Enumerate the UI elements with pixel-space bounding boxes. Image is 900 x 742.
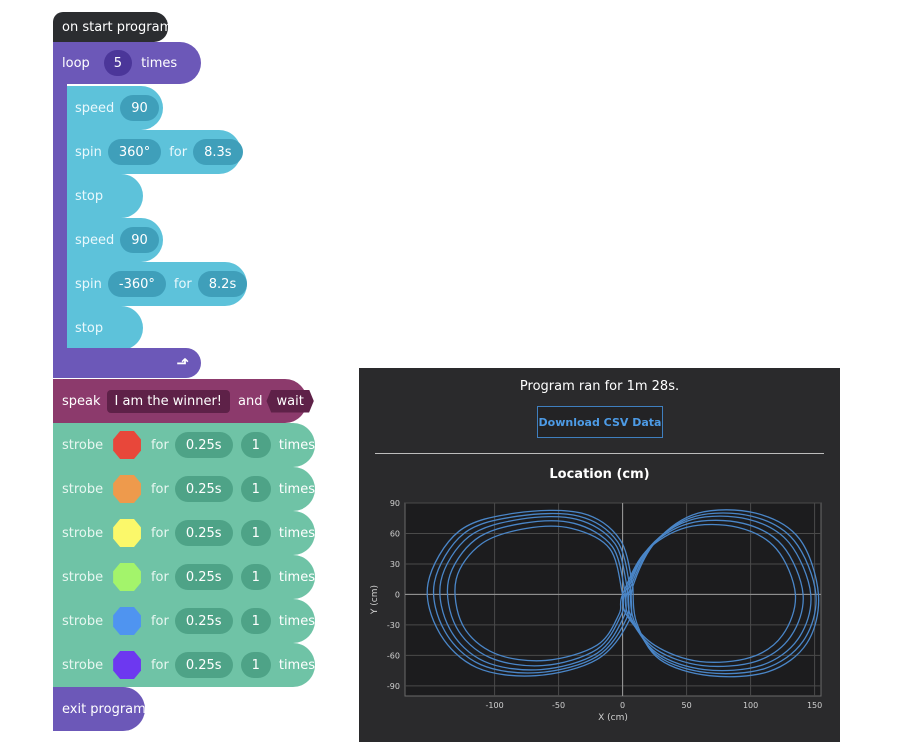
loop-label: loop — [62, 55, 90, 71]
spin-label: spin — [75, 276, 102, 292]
strobe-count-input[interactable]: 1 — [240, 608, 271, 634]
strobe-times-label: times — [278, 437, 315, 453]
strobe-label: strobe — [62, 437, 104, 453]
strobe-for-label: for — [150, 613, 169, 629]
strobe-block[interactable]: strobe for 0.25s 1 times — [53, 555, 315, 599]
y-tick-label: 30 — [390, 560, 400, 569]
strobe-duration-input[interactable]: 0.25s — [174, 608, 233, 634]
strobe-count-input[interactable]: 1 — [240, 476, 271, 502]
strobe-for-label: for — [150, 569, 169, 585]
strobe-for-label: for — [150, 437, 169, 453]
strobe-color-swatch[interactable] — [113, 431, 141, 459]
x-tick-label: 0 — [620, 701, 625, 710]
strobe-color-swatch[interactable] — [113, 519, 141, 547]
loop-count-input[interactable]: 5 — [103, 50, 133, 76]
spin-block[interactable]: spin 360° for 8.3s — [67, 130, 243, 174]
speed-label: speed — [75, 232, 115, 248]
speak-text-input[interactable]: I am the winner! — [106, 389, 231, 413]
loop-arm — [53, 84, 67, 350]
wait-option[interactable]: wait — [266, 389, 314, 413]
strobe-label: strobe — [62, 525, 104, 541]
loop-times-label: times — [141, 55, 178, 71]
loop-end: ⬏ — [53, 348, 201, 378]
speak-label: speak — [62, 393, 101, 409]
speed-value-input[interactable]: 90 — [120, 227, 159, 253]
strobe-count-input[interactable]: 1 — [240, 432, 271, 458]
x-tick-label: -100 — [486, 701, 504, 710]
exit-label: exit program — [62, 701, 146, 717]
strobe-color-swatch[interactable] — [113, 607, 141, 635]
strobe-color-swatch[interactable] — [113, 475, 141, 503]
x-tick-label: 150 — [807, 701, 822, 710]
spin-for-label: for — [173, 276, 192, 292]
start-label: on start program — [62, 19, 173, 35]
speak-block[interactable]: speak I am the winner! and wait — [53, 379, 314, 423]
spin-angle-input[interactable]: 360° — [107, 139, 162, 165]
strobe-times-label: times — [278, 657, 315, 673]
spin-for-label: for — [169, 144, 188, 160]
spin-block[interactable]: spin -360° for 8.2s — [67, 262, 248, 306]
speed-block[interactable]: speed 90 — [67, 86, 163, 130]
x-axis-label: X (cm) — [598, 713, 628, 723]
y-tick-label: 90 — [390, 499, 400, 508]
strobe-block[interactable]: strobe for 0.25s 1 times — [53, 511, 315, 555]
strobe-duration-input[interactable]: 0.25s — [174, 564, 233, 590]
strobe-times-label: times — [278, 525, 315, 541]
location-chart: -100 -50 0 50 100 150 90 60 30 0 -30 -60 -90 X (cm) Y … — [370, 499, 822, 723]
strobe-count-input[interactable]: 1 — [240, 520, 271, 546]
y-tick-label: -90 — [387, 682, 400, 691]
strobe-for-label: for — [150, 525, 169, 541]
strobe-times-label: times — [278, 569, 315, 585]
strobe-times-label: times — [278, 613, 315, 629]
strobe-times-label: times — [278, 481, 315, 497]
strobe-label: strobe — [62, 613, 104, 629]
on-start-program-block[interactable]: on start program — [53, 12, 172, 42]
strobe-count-input[interactable]: 1 — [240, 652, 271, 678]
x-tick-label: 100 — [743, 701, 758, 710]
stop-label: stop — [75, 320, 104, 336]
stop-block[interactable]: stop — [67, 306, 143, 350]
strobe-block[interactable]: strobe for 0.25s 1 times — [53, 423, 315, 467]
strobe-color-swatch[interactable] — [113, 563, 141, 591]
stop-block[interactable]: stop — [67, 174, 143, 218]
y-axis-label: Y (cm) — [370, 585, 380, 615]
y-tick-label: -30 — [387, 621, 400, 630]
strobe-block[interactable]: strobe for 0.25s 1 times — [53, 643, 315, 687]
speed-block[interactable]: speed 90 — [67, 218, 163, 262]
strobe-label: strobe — [62, 657, 104, 673]
y-tick-label: 60 — [390, 529, 400, 538]
strobe-duration-input[interactable]: 0.25s — [174, 520, 233, 546]
speed-label: speed — [75, 100, 115, 116]
spin-duration-input[interactable]: 8.3s — [193, 139, 243, 165]
x-tick-label: -50 — [552, 701, 565, 710]
strobe-duration-input[interactable]: 0.25s — [174, 476, 233, 502]
strobe-block[interactable]: strobe for 0.25s 1 times — [53, 467, 315, 511]
x-tick-label: 50 — [682, 701, 692, 710]
speed-value-input[interactable]: 90 — [120, 95, 159, 121]
strobe-for-label: for — [150, 481, 169, 497]
results-panel: Program ran for 1m 28s. Download CSV Dat… — [359, 368, 840, 742]
y-tick-label: 0 — [395, 590, 400, 599]
return-arrow-icon: ⬏ — [176, 354, 189, 372]
loop-block[interactable]: loop 5 times — [53, 42, 201, 84]
stop-label: stop — [75, 188, 104, 204]
strobe-label: strobe — [62, 569, 104, 585]
strobe-duration-input[interactable]: 0.25s — [174, 432, 233, 458]
strobe-duration-input[interactable]: 0.25s — [174, 652, 233, 678]
spin-duration-input[interactable]: 8.2s — [197, 271, 248, 297]
strobe-count-input[interactable]: 1 — [240, 564, 271, 590]
exit-program-block[interactable]: exit program — [53, 687, 146, 731]
plot-area — [404, 502, 822, 697]
strobe-label: strobe — [62, 481, 104, 497]
strobe-color-swatch[interactable] — [113, 651, 141, 679]
strobe-block[interactable]: strobe for 0.25s 1 times — [53, 599, 315, 643]
strobe-for-label: for — [150, 657, 169, 673]
y-tick-label: -60 — [387, 651, 400, 660]
speak-and-label: and — [238, 393, 263, 409]
spin-angle-input[interactable]: -360° — [107, 271, 166, 297]
spin-label: spin — [75, 144, 102, 160]
